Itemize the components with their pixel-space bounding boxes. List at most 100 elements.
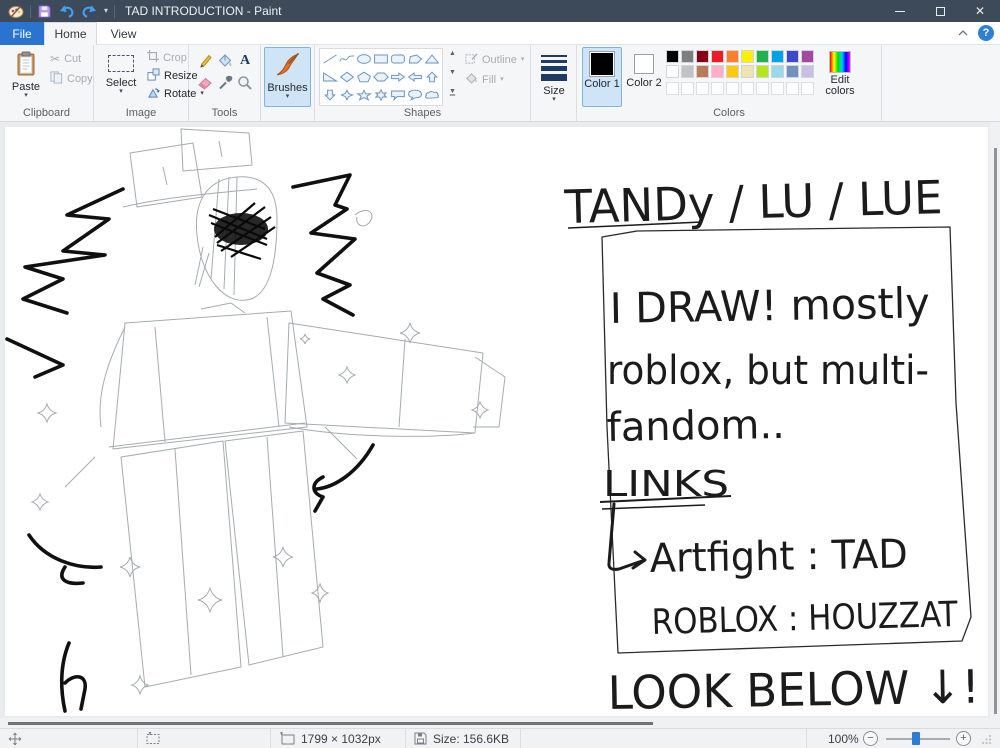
palette-swatch[interactable]: [786, 65, 799, 78]
vertical-scrollbar-thumb[interactable]: [994, 148, 997, 714]
redo-icon[interactable]: [81, 4, 98, 19]
palette-swatch[interactable]: [756, 50, 769, 63]
vertical-scrollbar[interactable]: [990, 122, 1000, 718]
palette-swatch[interactable]: [666, 65, 679, 78]
palette-swatch[interactable]: [681, 50, 694, 63]
brushes-button[interactable]: Brushes ▾: [264, 47, 311, 107]
color1-button[interactable]: Color 1: [582, 47, 622, 107]
color-picker-tool-icon[interactable]: [215, 73, 235, 93]
palette-empty-slot[interactable]: [726, 82, 739, 95]
paste-button[interactable]: Paste ▾: [6, 47, 46, 107]
tab-home[interactable]: Home: [44, 22, 97, 45]
shape-oval-icon[interactable]: [356, 53, 372, 65]
file-size-indicator: Size: 156.6KB: [414, 729, 509, 748]
shape-oval-callout-icon[interactable]: [407, 89, 423, 101]
shapes-scroll-down-icon[interactable]: ▼: [446, 69, 459, 77]
palette-empty-slot[interactable]: [666, 82, 679, 95]
palette-empty-slot[interactable]: [771, 82, 784, 95]
status-bar: 1799 × 1032px Size: 156.6KB 100% − +: [0, 728, 1000, 748]
help-icon[interactable]: ?: [978, 25, 994, 41]
palette-swatch[interactable]: [696, 65, 709, 78]
palette-swatch[interactable]: [756, 65, 769, 78]
shapes-scroll-up-icon[interactable]: ▲: [446, 50, 459, 58]
text-tool-icon[interactable]: A: [235, 51, 255, 71]
shape-right-arrow-icon[interactable]: [390, 71, 406, 83]
copy-button[interactable]: Copy: [50, 71, 93, 87]
resize-grip-icon[interactable]: [982, 729, 992, 748]
maximize-button[interactable]: [920, 0, 960, 22]
shape-polygon-icon[interactable]: [407, 53, 423, 65]
group-image: Select ▾ Crop Resize Rotate ▾ Image: [94, 45, 204, 121]
close-button[interactable]: ✕: [960, 0, 1000, 22]
shape-rounded-rectangle-icon[interactable]: [390, 53, 406, 65]
shape-rectangle-icon[interactable]: [373, 53, 389, 65]
palette-swatch[interactable]: [741, 65, 754, 78]
shape-rounded-callout-icon[interactable]: [390, 89, 406, 101]
palette-swatch[interactable]: [726, 50, 739, 63]
tab-file[interactable]: File: [0, 22, 44, 45]
tab-view[interactable]: View: [97, 22, 150, 45]
palette-swatch[interactable]: [786, 50, 799, 63]
shape-up-arrow-icon[interactable]: [424, 71, 440, 83]
shape-left-arrow-icon[interactable]: [407, 71, 423, 83]
minimize-button[interactable]: [880, 0, 920, 22]
palette-empty-slot[interactable]: [711, 82, 724, 95]
outline-caret-icon: ▾: [520, 56, 525, 63]
palette-swatch[interactable]: [681, 65, 694, 78]
zoom-slider-thumb[interactable]: [912, 732, 920, 745]
shape-down-arrow-icon[interactable]: [322, 89, 338, 101]
save-icon[interactable]: [37, 4, 52, 19]
palette-swatch[interactable]: [711, 50, 724, 63]
magnifier-tool-icon[interactable]: [235, 73, 255, 93]
pencil-tool-icon[interactable]: [195, 51, 215, 71]
outline-button[interactable]: Outline ▾: [465, 52, 524, 68]
select-button[interactable]: Select ▾: [99, 47, 143, 107]
customize-toolbar-caret-icon[interactable]: ▾: [104, 7, 108, 15]
palette-empty-slot[interactable]: [756, 82, 769, 95]
shape-diamond-icon[interactable]: [339, 71, 355, 83]
minimize-icon: [895, 10, 905, 12]
shapes-more-icon[interactable]: ▼ ▔: [446, 88, 459, 104]
palette-swatch[interactable]: [711, 65, 724, 78]
collapse-ribbon-icon[interactable]: [958, 30, 968, 36]
palette-swatch[interactable]: [771, 65, 784, 78]
group-colors: Color 1 Color 2 Edit colors Colors: [577, 45, 882, 121]
horizontal-scrollbar[interactable]: [0, 718, 1000, 728]
palette-empty-slot[interactable]: [786, 82, 799, 95]
shape-six-point-star-icon[interactable]: [373, 89, 389, 101]
eraser-tool-icon[interactable]: [195, 73, 215, 93]
shape-pentagon-icon[interactable]: [356, 71, 372, 83]
fill-button[interactable]: Fill ▾: [465, 72, 504, 88]
group-clipboard: Paste ▾ ✂ Cut Copy Clipboard: [0, 45, 94, 121]
palette-swatch[interactable]: [771, 50, 784, 63]
color2-button[interactable]: Color 2: [625, 47, 663, 107]
crop-button[interactable]: Crop: [147, 50, 187, 65]
shape-curve-icon[interactable]: [339, 53, 355, 65]
ribbon-tabstrip: File Home View ?: [0, 22, 1000, 45]
shape-line-icon[interactable]: [322, 53, 338, 65]
shape-four-point-star-icon[interactable]: [339, 89, 355, 101]
palette-swatch[interactable]: [696, 50, 709, 63]
shape-hexagon-icon[interactable]: [373, 71, 389, 83]
shape-cloud-callout-icon[interactable]: [424, 89, 440, 101]
paint-window: ▾ TAD INTRODUCTION - Paint ✕ File Home V…: [0, 0, 1000, 748]
shape-triangle-icon[interactable]: [424, 53, 440, 65]
zoom-in-button[interactable]: +: [956, 729, 971, 748]
palette-empty-slot[interactable]: [681, 82, 694, 95]
size-caret-icon: ▾: [552, 96, 556, 103]
zoom-out-button[interactable]: −: [863, 729, 878, 748]
shape-right-triangle-icon[interactable]: [322, 71, 338, 83]
palette-swatch[interactable]: [741, 50, 754, 63]
palette-empty-slot[interactable]: [696, 82, 709, 95]
horizontal-scrollbar-thumb[interactable]: [8, 722, 653, 725]
undo-icon[interactable]: [58, 4, 75, 19]
size-button[interactable]: Size ▾: [534, 47, 574, 107]
fill-with-color-tool-icon[interactable]: [215, 51, 235, 71]
edit-colors-button[interactable]: Edit colors: [809, 47, 871, 107]
shape-five-point-star-icon[interactable]: [355, 89, 372, 101]
palette-empty-slot[interactable]: [741, 82, 754, 95]
palette-swatch[interactable]: [666, 50, 679, 63]
cut-button[interactable]: ✂ Cut: [50, 52, 81, 66]
drawing-canvas[interactable]: TANDy / LU / LUE I DRAW! mostly roblox, …: [5, 127, 988, 716]
palette-swatch[interactable]: [726, 65, 739, 78]
